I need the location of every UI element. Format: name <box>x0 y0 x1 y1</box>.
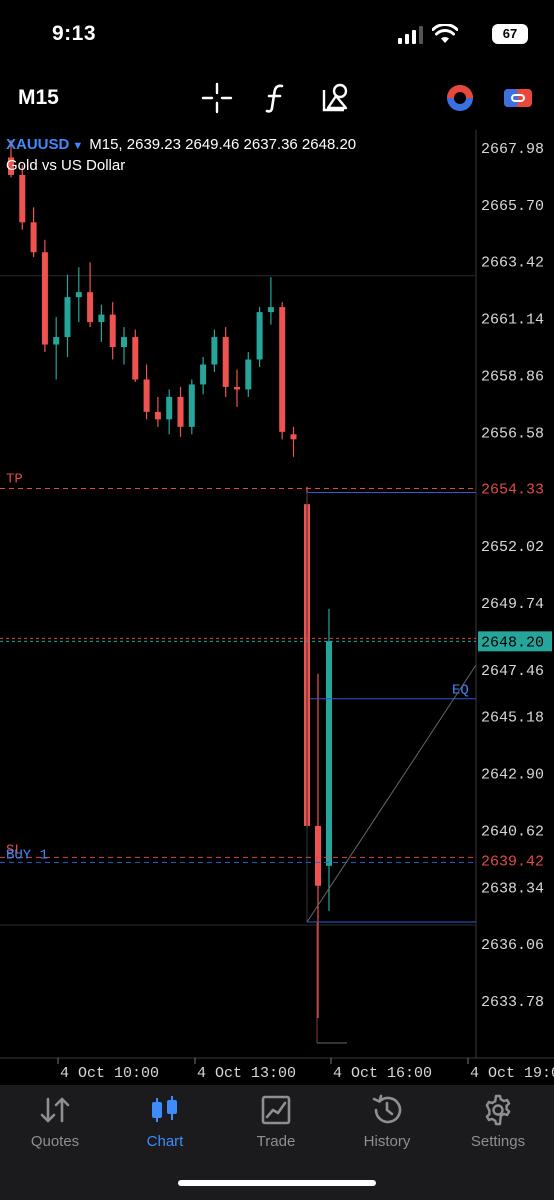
candle-body <box>132 337 139 380</box>
price-tick-label: 2636.06 <box>481 937 544 954</box>
current-price-label: 2648.20 <box>481 634 544 651</box>
nav-quotes[interactable]: Quotes <box>0 1093 110 1150</box>
candle-body <box>87 292 94 323</box>
candles <box>8 140 332 1018</box>
time-tick-label: 4 Oct 10:00 <box>60 1065 159 1082</box>
nav-history[interactable]: History <box>332 1093 442 1150</box>
candle-body <box>315 825 321 886</box>
candle-body <box>143 379 150 412</box>
nav-settings[interactable]: Settings <box>443 1093 553 1150</box>
price-tick-label: 2661.14 <box>481 312 544 329</box>
objects-icon[interactable] <box>318 80 354 116</box>
battery-icon: 67 <box>492 24 528 44</box>
time-tick-label: 4 Oct 16:00 <box>333 1065 432 1082</box>
symbol-info: XAUUSD ▼ M15, 2639.23 2649.46 2637.36 2648… <box>6 136 357 153</box>
chart-grid <box>0 130 554 1059</box>
candle-body <box>166 396 173 420</box>
nav-settings-label: Settings <box>470 1133 526 1150</box>
trade-chart-icon <box>261 1095 291 1125</box>
candle-body <box>326 641 332 866</box>
price-tick-label: 2639.42 <box>481 853 544 870</box>
indicators-icon[interactable] <box>258 80 294 116</box>
timeframe-button[interactable]: M15 <box>18 86 59 110</box>
price-tick-label: 2656.58 <box>481 425 544 442</box>
nav-trade-label: Trade <box>256 1133 296 1150</box>
nav-history-label: History <box>363 1133 411 1150</box>
cellular-signal-icon <box>398 26 423 44</box>
trade-toggle-icon[interactable] <box>500 80 536 116</box>
candle-body <box>19 174 26 223</box>
time-tick-label: 4 Oct 13:00 <box>197 1065 296 1082</box>
price-tick-label: 2658.86 <box>481 368 544 385</box>
candle-body <box>109 314 116 348</box>
gear-icon <box>485 1094 511 1126</box>
candle-body <box>154 411 161 420</box>
price-tick-label: 2665.70 <box>481 198 544 215</box>
candle-body <box>222 337 229 387</box>
price-tick-label: 2667.98 <box>481 141 544 158</box>
candle-body <box>290 434 297 440</box>
candle-body <box>30 222 37 253</box>
nav-chart-label: Chart <box>146 1133 184 1150</box>
price-tick-label: 2633.78 <box>481 994 544 1011</box>
tp-label: TP <box>6 471 23 487</box>
history-icon <box>372 1094 402 1124</box>
nav-chart[interactable]: Chart <box>110 1093 220 1150</box>
price-tick-label: 2654.33 <box>481 481 544 498</box>
candle-body <box>188 384 195 427</box>
status-icons: 67 <box>398 24 528 46</box>
nav-quotes-label: Quotes <box>30 1133 80 1150</box>
one-click-trading-icon[interactable] <box>442 80 478 116</box>
symbol-timeframe: M15 <box>89 136 119 153</box>
price-chart[interactable]: TPEQSLBUY 1 2667.982665.702663.422661.14… <box>0 130 554 1085</box>
candle-body <box>121 337 127 348</box>
candle-body <box>200 364 207 385</box>
price-tick-label: 2640.62 <box>481 823 544 840</box>
symbol-description: Gold vs US Dollar <box>6 157 126 174</box>
price-tick-label: 2638.34 <box>481 880 544 897</box>
wifi-icon <box>432 24 458 43</box>
candle-body <box>267 307 274 313</box>
trend-line <box>306 664 477 923</box>
candle-body <box>245 359 252 390</box>
trade-overlays: TPEQSLBUY 1 <box>0 471 477 1044</box>
candle-body <box>234 386 240 390</box>
nav-trade[interactable]: Trade <box>221 1093 331 1150</box>
buy-label: BUY 1 <box>6 847 48 863</box>
candle-body <box>279 307 286 432</box>
time-axis: 4 Oct 10:00 4 Oct 13:00 4 Oct 16:00 4 Oct 1… <box>57 1058 554 1082</box>
candle-body <box>53 337 60 345</box>
home-indicator <box>178 1180 376 1186</box>
price-tick-label: 2647.46 <box>481 663 544 680</box>
price-tick-label: 2642.90 <box>481 767 544 784</box>
candle-body <box>211 337 218 365</box>
status-time: 9:13 <box>52 22 97 45</box>
quotes-icon <box>40 1097 70 1123</box>
candlestick-chart-icon <box>152 1096 177 1122</box>
candle-body <box>41 252 48 345</box>
status-bar: 9:13 67 <box>0 0 554 70</box>
price-tick-label: 2649.74 <box>481 596 544 613</box>
candle-body <box>64 297 71 338</box>
crosshair-icon[interactable] <box>199 80 235 116</box>
candle-body <box>75 292 82 298</box>
symbol-name[interactable]: XAUUSD <box>6 136 69 153</box>
eq-label: EQ <box>452 683 469 699</box>
time-tick-label: 4 Oct 19:0 <box>470 1065 554 1082</box>
price-tick-label: 2645.18 <box>481 710 544 727</box>
symbol-ohlc: 2639.23 2649.46 2637.36 2648.20 <box>126 136 357 153</box>
chart-toolbar: M15 <box>0 72 554 124</box>
candle-body <box>98 314 105 323</box>
candle-body <box>177 396 184 427</box>
price-axis: 2667.98 2665.70 2663.42 2661.14 2658.86 2656.… <box>478 141 552 1011</box>
candle-body <box>256 312 263 360</box>
price-tick-label: 2663.42 <box>481 255 544 272</box>
symbol-dropdown-icon[interactable]: ▼ <box>72 140 83 152</box>
price-tick-label: 2652.02 <box>481 539 544 556</box>
